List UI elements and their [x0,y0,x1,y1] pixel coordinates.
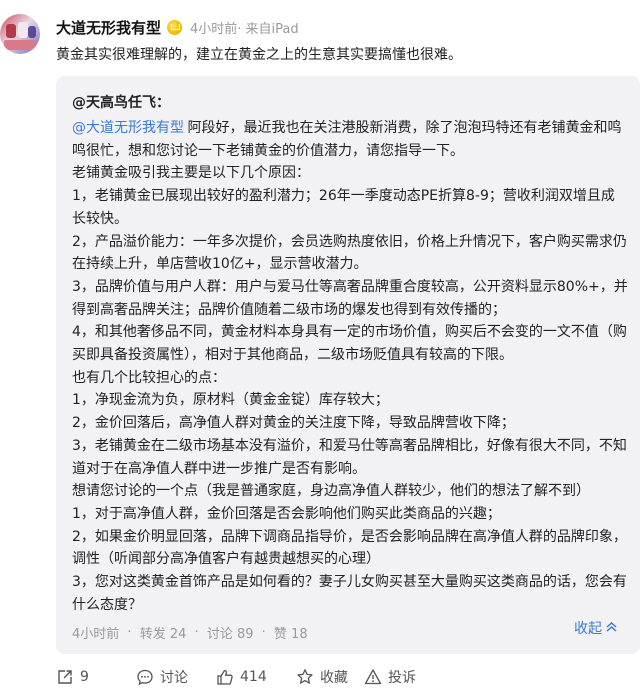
repost-line: 2，产品溢价能力：一年多次提价，会员选购热度依旧，价格上升情况下，客户购买需求仍… [72,233,627,273]
share-button[interactable]: 9 [56,668,89,686]
repost-line: 3，老铺黄金在二级市场基本没有溢价，和爱马仕等高奢品牌相比，好像有很大不同，不知… [72,437,627,477]
comment-label: 讨论 [160,670,188,686]
repost-line: 3，您对这类黄金首饰产品是如何看的？妻子儿女购买甚至大量购买这类商品的话，您会有… [72,574,627,613]
like-button[interactable]: 414 [216,668,267,686]
thumbs-up-icon [217,669,233,685]
vip-badge-icon [167,19,183,35]
share-icon [58,670,72,684]
collapse-button[interactable]: 收起 [574,618,618,638]
comment-button[interactable]: 讨论 [136,667,188,687]
separator: · [127,624,132,640]
separator: · [261,624,266,640]
repost-time: 4小时前 [72,626,120,642]
post-text: 黄金其实很难理解的，建立在黄金之上的生意其实要搞懂也很难。 [56,47,462,63]
repost-line: 想请您讨论的一个点（我是普通家庭，身边高净值人群较少，他们的想法了解不到） [72,483,590,500]
repost-comments-count[interactable]: 讨论 89 [207,623,254,642]
repost-line: 老铺黄金吸引我主要是以下几个原因： [72,165,310,182]
repost-line: 也有几个比较担心的点： [72,369,226,386]
repost-line: 2，如果金价明显回落，品牌下调商品指导价，是否会影响品牌在高净值人群的品牌印象，… [72,528,627,568]
share-count: 9 [80,669,89,685]
report-label: 投诉 [388,670,416,686]
comment-icon [137,669,153,686]
report-button[interactable]: 投诉 [364,667,416,687]
mention-link[interactable]: @大道无形我有型 [72,120,184,136]
reposted-content: @天高鸟任飞： @大道无形我有型 阿段好，最近我也在关注港股新消费，除了泡泡玛特… [56,76,640,654]
repost-author: @天高鸟任飞： [72,92,170,114]
action-bar: 9 讨论 414 收藏 投诉 [56,664,640,690]
star-icon [297,669,313,684]
favorite-label: 收藏 [320,670,348,686]
repost-likes-count[interactable]: 赞 18 [274,623,308,642]
chevron-up-icon [605,621,618,635]
repost-line: 4，和其他奢侈品不同，黄金材料本身具有一定的市场价值，购买后不会变的一文不值（购… [72,324,627,364]
repost-author-colon: ： [156,95,170,111]
repost-line: 1，净现金流为负，原材料（黄金金锭）库存较大； [72,392,389,409]
like-count: 414 [240,669,267,685]
separator: · [194,624,199,640]
post-meta: 4小时前· 来自iPad [190,21,299,37]
repost-reposts-count[interactable]: 转发 24 [140,623,187,642]
warning-icon [364,669,382,685]
repost-line: @大道无形我有型 阿段好，最近我也在关注港股新消费，除了泡泡玛特还有老铺黄金和鸣… [72,120,622,159]
repost-line: 2，金价回落后，高净值人群对黄金的关注度下降，导致品牌营收下降； [72,415,515,432]
post-header: 大道无形我有型 4小时前· 来自iPad [56,16,299,38]
collapse-label: 收起 [574,621,602,637]
repost-body: @大道无形我有型 阿段好，最近我也在关注港股新消费，除了泡泡玛特还有老铺黄金和鸣… [72,117,628,616]
username[interactable]: 大道无形我有型 [56,17,161,38]
avatar[interactable] [0,14,40,54]
favorite-button[interactable]: 收藏 [296,667,348,687]
repost-footer: 4小时前 · 转发 24 · 讨论 89 · 赞 18 [72,622,308,642]
repost-line: 3，品牌价值与用户人群：用户与爱马仕等高奢品牌重合度较高，公开资料显示80%+，… [72,278,628,318]
repost-author-name[interactable]: @天高鸟任飞 [72,95,156,111]
repost-line: 1，老铺黄金已展现出较好的盈利潜力；26年一季度动态PE折算8-9；营收利润双增… [72,188,615,227]
repost-line: 1，对于高净值人群，金价回落是否会影响他们购买此类商品的兴趣； [72,505,501,522]
